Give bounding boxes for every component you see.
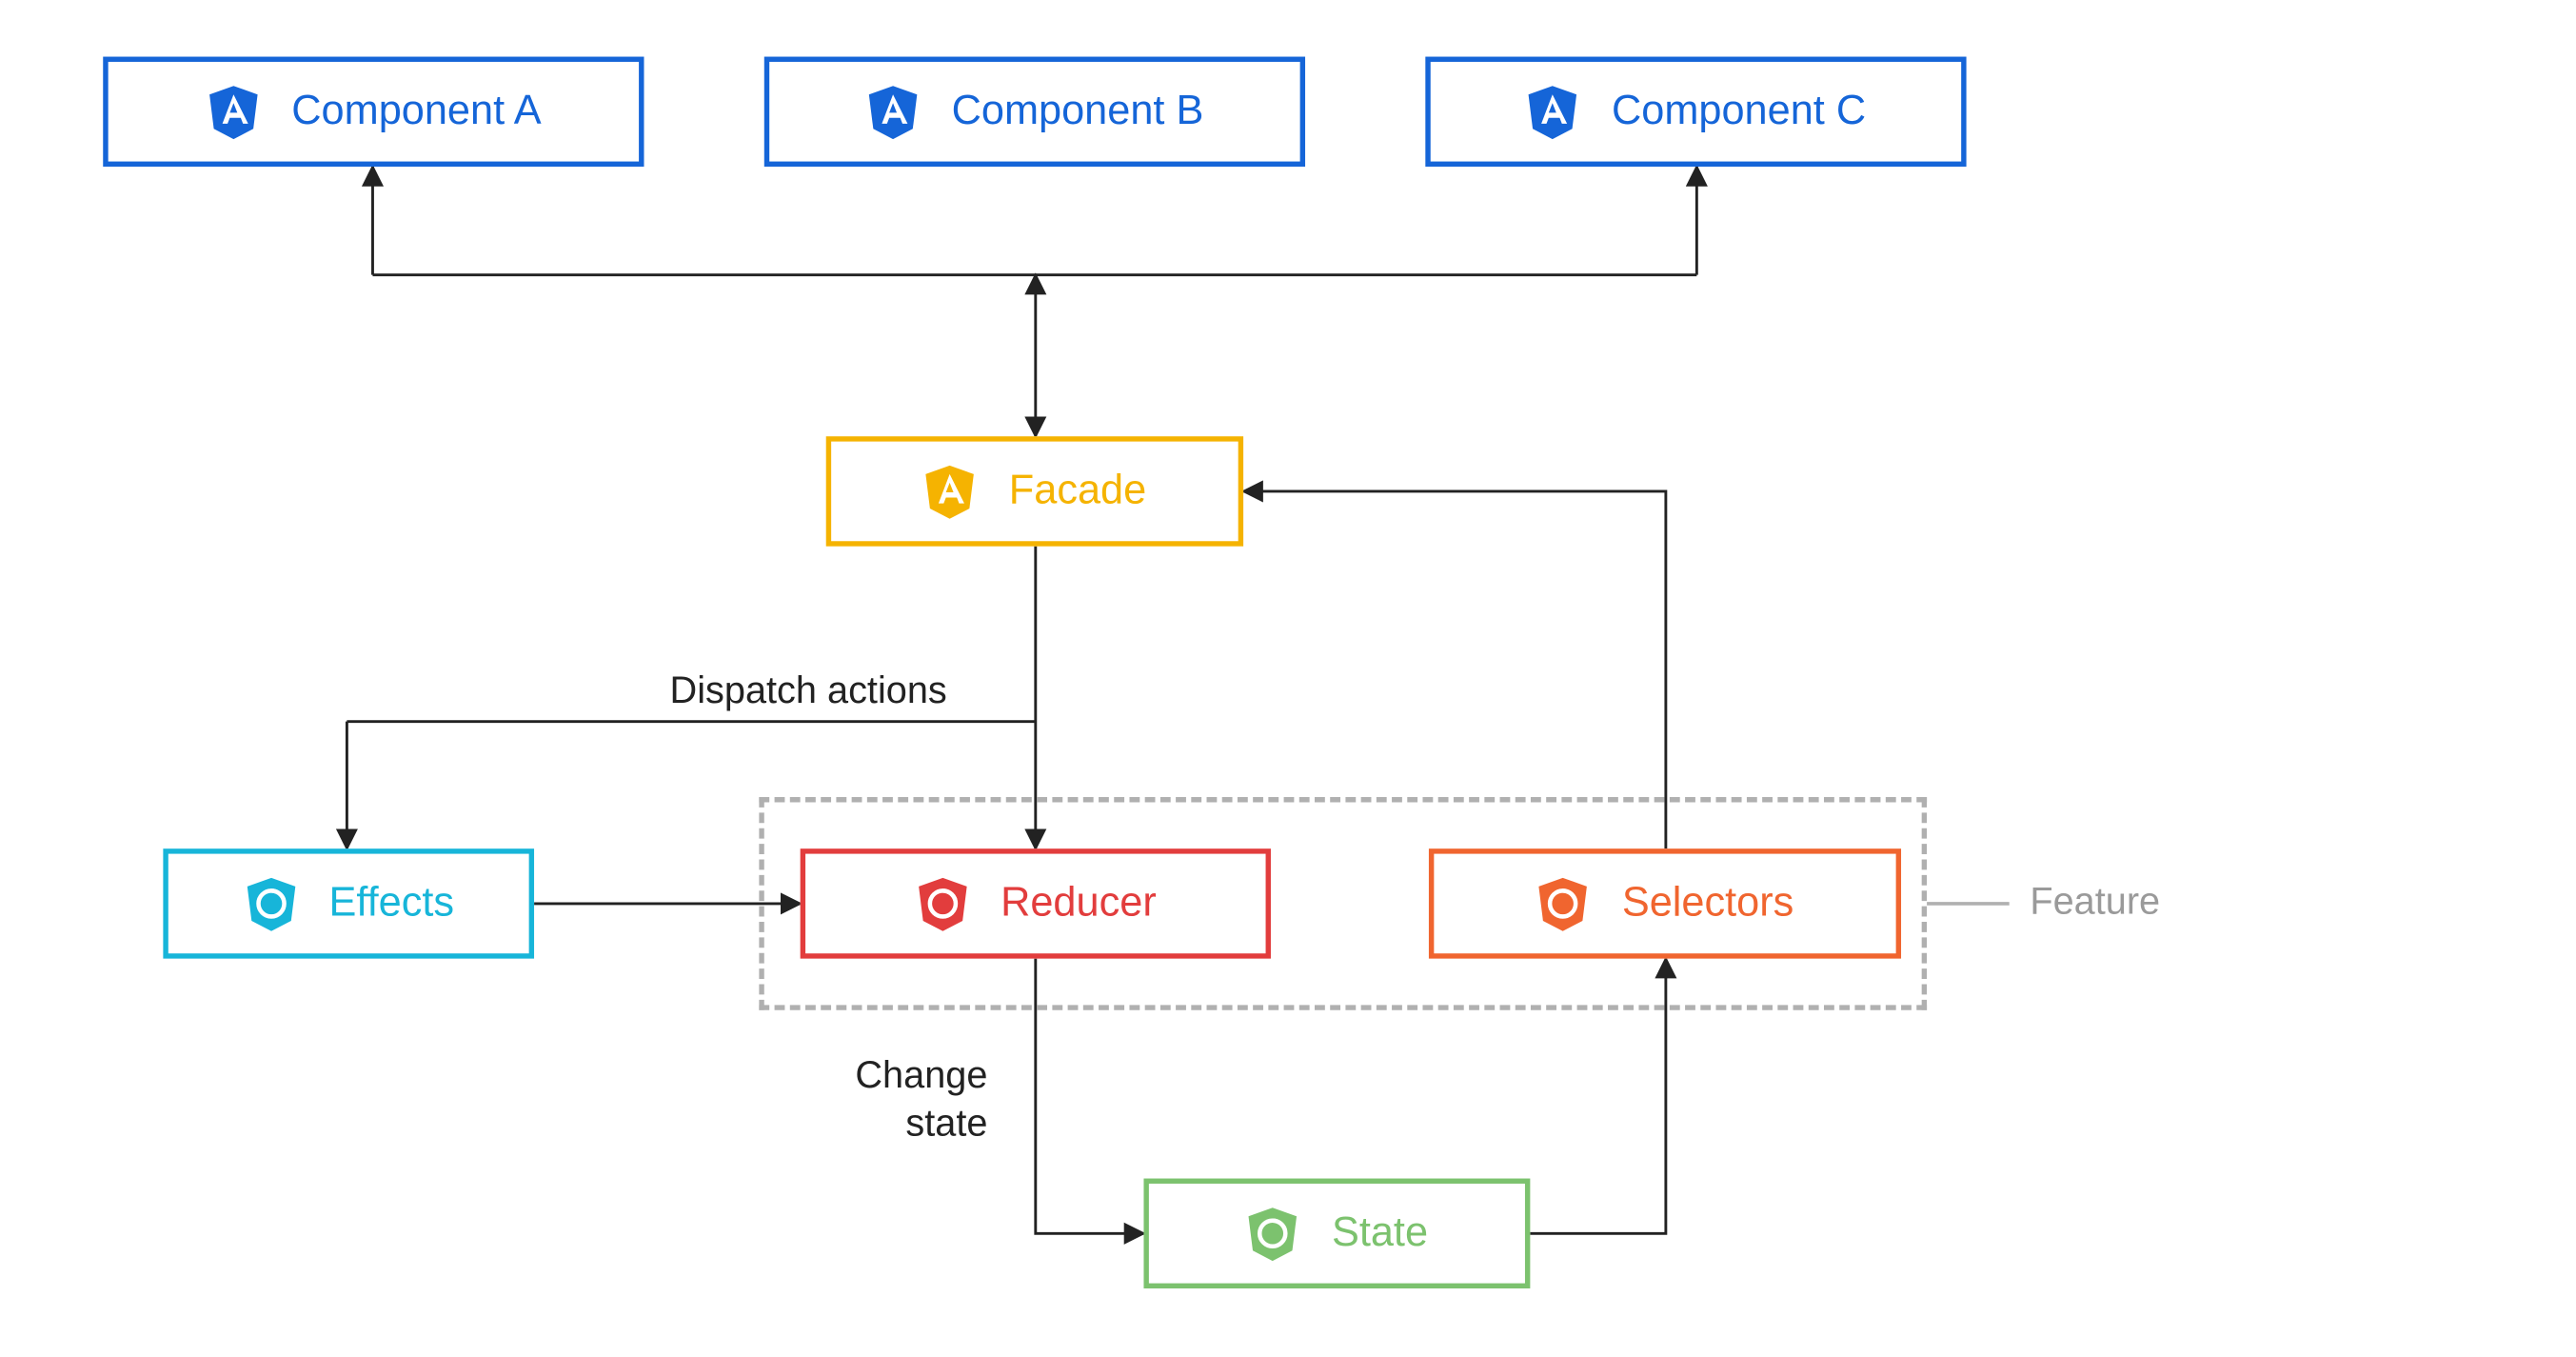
- ngrx-icon: [915, 874, 970, 932]
- node-state: State: [1143, 1179, 1530, 1288]
- node-label: Component A: [291, 88, 541, 136]
- connectors: [0, 0, 2576, 1357]
- label-dispatch-actions: Dispatch actions: [670, 667, 947, 714]
- angular-icon: [865, 83, 921, 141]
- node-facade: Facade: [826, 436, 1243, 546]
- label-feature: Feature: [2030, 880, 2160, 925]
- edge-selectors-facade: [1243, 491, 1666, 848]
- node-label: Facade: [1009, 468, 1146, 516]
- angular-icon: [1526, 83, 1581, 141]
- ngrx-icon: [1536, 874, 1592, 932]
- node-reducer: Reducer: [801, 848, 1271, 958]
- diagram-canvas: Component A Component B Component C Faca…: [0, 0, 2576, 1357]
- node-label: Component C: [1612, 88, 1866, 136]
- node-label: Effects: [329, 880, 455, 928]
- angular-icon: [923, 462, 979, 520]
- node-component-c: Component C: [1425, 57, 1966, 167]
- node-label: Reducer: [1001, 880, 1157, 928]
- label-change-state: Change state: [855, 1051, 987, 1146]
- node-label: Component B: [952, 88, 1204, 136]
- node-label: Selectors: [1622, 880, 1793, 928]
- node-label: State: [1332, 1209, 1428, 1258]
- node-component-b: Component B: [764, 57, 1305, 167]
- angular-icon: [206, 83, 261, 141]
- node-effects: Effects: [163, 848, 534, 958]
- ngrx-icon: [243, 874, 298, 932]
- node-selectors: Selectors: [1429, 848, 1901, 958]
- ngrx-icon: [1246, 1205, 1301, 1263]
- node-component-a: Component A: [103, 57, 644, 167]
